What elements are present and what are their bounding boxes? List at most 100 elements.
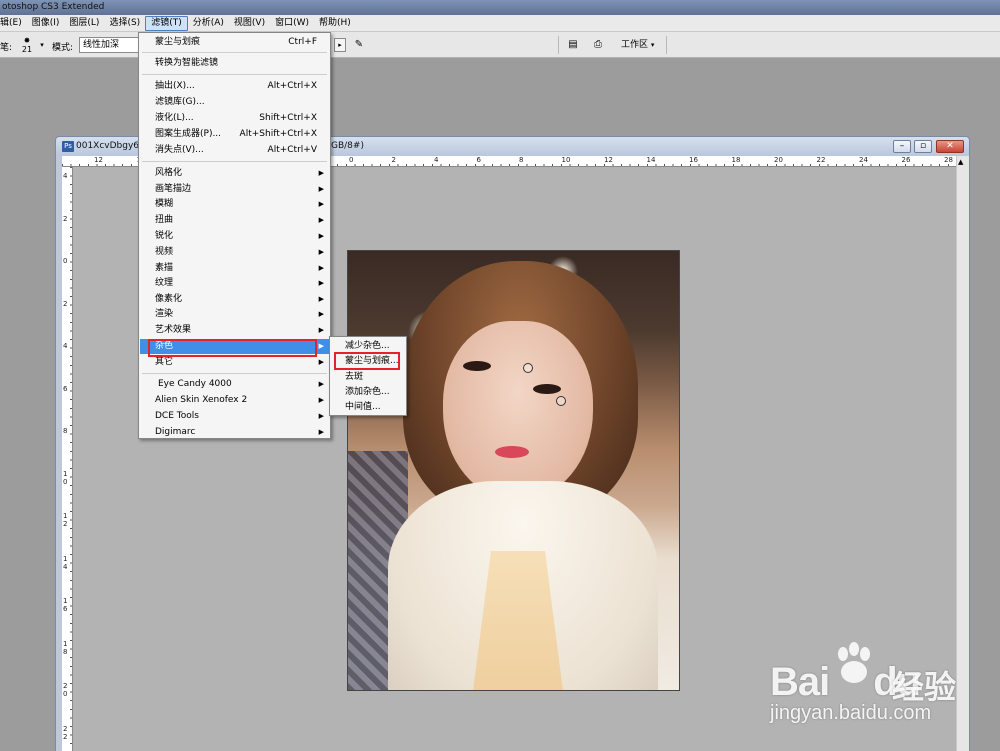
filter-menu: 蒙尘与划痕 Ctrl+F 转换为智能滤镜 抽出(X)... Alt+Ctrl+X…: [138, 32, 331, 439]
workspace-dropdown-icon: ▾: [650, 41, 655, 49]
menu-separator: [142, 52, 327, 53]
menu-item-extract[interactable]: 抽出(X)... Alt+Ctrl+X: [140, 79, 329, 94]
ruler-h-label: 20: [774, 156, 783, 164]
menu-item-filter-gallery[interactable]: 滤镜库(G)...: [140, 95, 329, 110]
ruler-h-label: 6: [476, 156, 481, 164]
menu-item-brush-strokes[interactable]: 画笔描边 ▶: [140, 182, 329, 197]
menu-item-sharpen[interactable]: 锐化 ▶: [140, 229, 329, 244]
baidu-url: jingyan.baidu.com: [770, 702, 932, 724]
maximize-icon[interactable]: ▫: [914, 140, 932, 153]
menu-item-label: 艺术效果: [155, 325, 192, 335]
ruler-h-label: 24: [859, 156, 868, 164]
menu-item-pixelate[interactable]: 像素化 ▶: [140, 292, 329, 307]
menu-item-last-filter[interactable]: 蒙尘与划痕 Ctrl+F: [140, 35, 329, 50]
menu-item-label: 风格化: [155, 168, 183, 178]
submenu-arrow-icon: ▶: [318, 248, 324, 256]
submenu-arrow-icon: ▶: [318, 412, 324, 420]
menu-item-blur[interactable]: 模糊 ▶: [140, 197, 329, 212]
menu-edit[interactable]: 辑(E): [0, 16, 27, 31]
ruler-v-label: 2 2: [63, 724, 68, 741]
submenu-arrow-icon: ▶: [318, 358, 324, 366]
airbrush-icon[interactable]: ✎: [352, 38, 366, 52]
menu-item-eye-candy[interactable]: Eye Candy 4000 ▶: [140, 377, 329, 392]
mode-label: 模式:: [52, 43, 74, 53]
mode-select[interactable]: 线性加深: [79, 37, 139, 53]
menu-item-add-noise[interactable]: 添加杂色...: [331, 385, 405, 400]
vertical-ruler[interactable]: 4 2 0 2 4 6 8 1 0 1 2 1 4 1 6 1 8 2 0 2 2: [62, 167, 73, 751]
close-icon[interactable]: ✕: [936, 140, 964, 153]
annotation-box-noise: [148, 339, 317, 357]
menu-item-distort[interactable]: 扭曲 ▶: [140, 213, 329, 228]
workspace-label: 工作区: [621, 40, 649, 50]
menu-help[interactable]: 帮助(H): [314, 16, 356, 31]
menu-item-vanishing-point[interactable]: 消失点(V)... Alt+Ctrl+V: [140, 143, 329, 158]
submenu-arrow-icon: ▶: [318, 396, 324, 404]
shortcut-label: Ctrl+F: [288, 37, 317, 47]
menu-image[interactable]: 图像(I): [27, 16, 65, 31]
ruler-h-label: 4: [434, 156, 439, 164]
scroll-up-icon[interactable]: ▲: [958, 158, 963, 166]
menu-item-other[interactable]: 其它 ▶: [140, 355, 329, 370]
brush-cursor-icon: [556, 396, 566, 406]
menu-window[interactable]: 窗口(W): [270, 16, 314, 31]
menu-item-convert-smart-filter[interactable]: 转换为智能滤镜: [140, 56, 329, 71]
menu-item-label: 纹理: [155, 278, 174, 288]
menu-item-label: 液化(L)...: [155, 113, 194, 123]
menu-item-artistic[interactable]: 艺术效果 ▶: [140, 323, 329, 338]
menu-item-texture[interactable]: 纹理 ▶: [140, 276, 329, 291]
menu-view[interactable]: 视图(V): [229, 16, 270, 31]
menu-item-sketch[interactable]: 素描 ▶: [140, 261, 329, 276]
menu-item-digimarc[interactable]: Digimarc ▶: [140, 425, 329, 440]
menu-item-alien-skin[interactable]: Alien Skin Xenofex 2 ▶: [140, 393, 329, 408]
menu-filter[interactable]: 滤镜(T): [145, 15, 188, 31]
workspace-button[interactable]: 工作区 ▾: [617, 36, 658, 54]
menu-bar: 辑(E) 图像(I) 图层(L) 选择(S) 滤镜(T) 分析(A) 视图(V)…: [0, 15, 1000, 32]
brush-dot-icon: ✸: [23, 36, 31, 45]
brush-picker[interactable]: ✸ 21: [20, 36, 34, 54]
ruler-h-label: 28: [944, 156, 953, 164]
menu-select[interactable]: 选择(S): [104, 16, 145, 31]
bridge-icon[interactable]: ⎙: [591, 38, 605, 52]
right-eye: [533, 384, 561, 394]
menu-item-video[interactable]: 视频 ▶: [140, 245, 329, 260]
ruler-v-label: 8: [63, 427, 68, 435]
submenu-arrow-icon: ▶: [318, 342, 324, 350]
submenu-arrow-icon: ▶: [318, 310, 324, 318]
menu-item-despeckle[interactable]: 去斑: [331, 370, 405, 385]
palette-well-icon[interactable]: ▤: [566, 38, 580, 52]
menu-item-stylize[interactable]: 风格化 ▶: [140, 166, 329, 181]
menu-item-label: Alien Skin Xenofex 2: [155, 395, 248, 405]
menu-item-median[interactable]: 中间值...: [331, 400, 405, 415]
menu-item-dce-tools[interactable]: DCE Tools ▶: [140, 409, 329, 424]
ruler-h-label: 26: [901, 156, 911, 164]
brush-size: 21: [21, 45, 33, 54]
annotation-box-dust-scratches: [334, 352, 400, 370]
menu-item-render[interactable]: 渲染 ▶: [140, 307, 329, 322]
menu-item-label: 素描: [155, 263, 174, 273]
menu-item-label: 锐化: [155, 231, 174, 241]
ruler-v-label: 1 4: [63, 554, 68, 571]
menu-item-liquify[interactable]: 液化(L)... Shift+Ctrl+X: [140, 111, 329, 126]
ruler-v-label: 2: [63, 214, 68, 223]
menu-analysis[interactable]: 分析(A): [188, 16, 229, 31]
menu-item-label: 图案生成器(P)...: [155, 129, 222, 139]
menu-layer[interactable]: 图层(L): [64, 16, 104, 31]
submenu-arrow-icon: ▶: [318, 380, 324, 388]
menu-item-pattern-maker[interactable]: 图案生成器(P)... Alt+Shift+Ctrl+X: [140, 127, 329, 142]
brush-dropdown-icon[interactable]: ▾: [35, 38, 49, 52]
document-title: 001XcvDbgy6: [76, 141, 140, 151]
ruler-h-label: 16: [689, 156, 698, 164]
separator: [666, 36, 667, 54]
submenu-arrow-icon: ▶: [318, 169, 324, 177]
shortcut-label: Shift+Ctrl+X: [259, 113, 317, 123]
menu-item-label: 蒙尘与划痕: [155, 37, 201, 47]
brush-cursor-icon: [523, 363, 533, 373]
photo-image[interactable]: [347, 250, 680, 691]
menu-item-label: 模糊: [155, 199, 174, 209]
ruler-v-label: 4: [63, 342, 68, 350]
shortcut-label: Alt+Ctrl+X: [267, 81, 317, 91]
ruler-h-label: 0: [349, 156, 354, 164]
minimize-icon[interactable]: –: [893, 140, 911, 153]
lips: [495, 446, 529, 458]
opacity-dropdown-icon[interactable]: ▸: [334, 38, 346, 52]
